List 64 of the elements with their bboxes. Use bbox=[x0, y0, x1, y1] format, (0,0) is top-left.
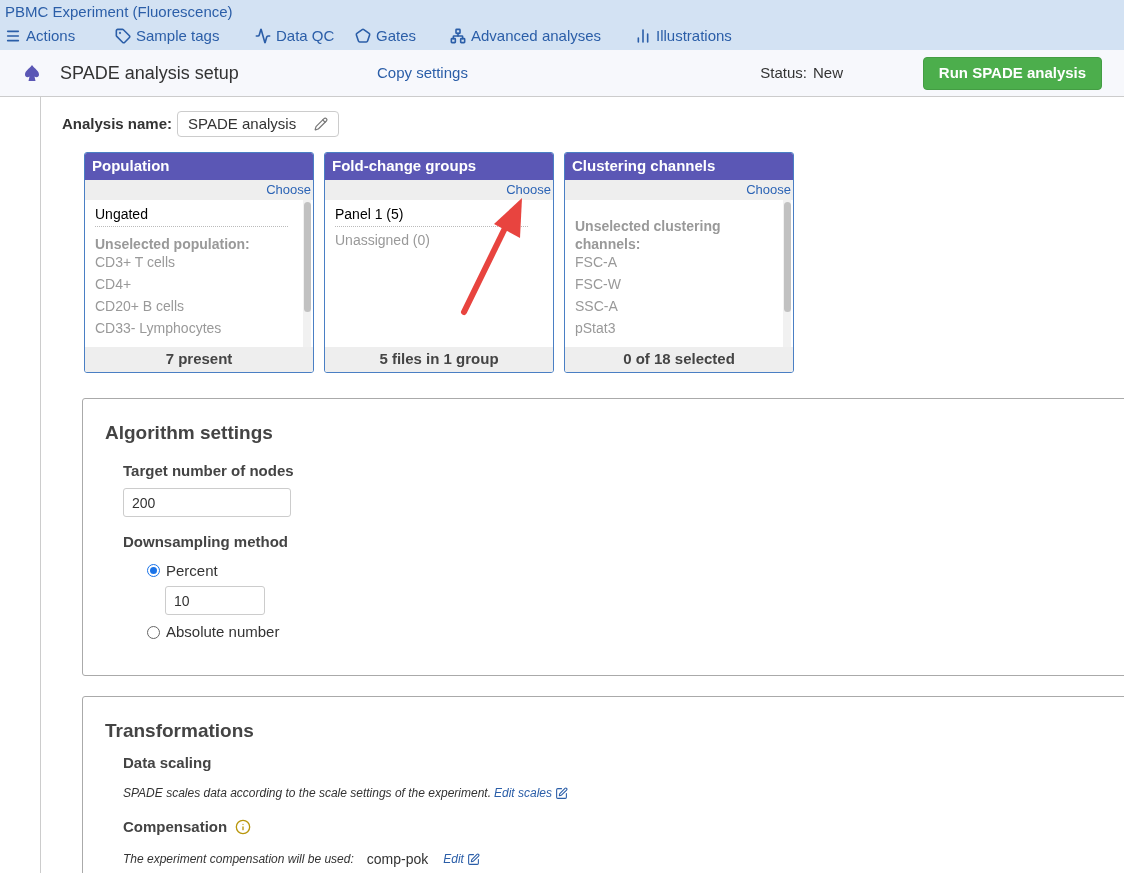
choose-link[interactable]: Choose bbox=[506, 180, 551, 200]
list-item[interactable]: SSC-A bbox=[575, 297, 618, 315]
card-title: Clustering channels bbox=[565, 153, 793, 180]
field-label: Compensation bbox=[123, 817, 228, 837]
card-footer: 7 present bbox=[85, 347, 313, 372]
card-footer: 0 of 18 selected bbox=[565, 347, 793, 372]
tag-icon bbox=[115, 28, 131, 44]
card-title: Fold-change groups bbox=[325, 153, 553, 180]
page-title: SPADE analysis setup bbox=[60, 61, 240, 85]
nav-item[interactable]: Gates bbox=[355, 24, 450, 48]
list-item[interactable]: Unassigned (0) bbox=[335, 231, 430, 249]
edit-scales-link[interactable]: Edit scales bbox=[494, 784, 552, 802]
list-item[interactable]: CD4+ bbox=[95, 275, 132, 293]
run-button[interactable]: Run SPADE analysis bbox=[923, 56, 1102, 90]
radio-label: Percent bbox=[166, 560, 218, 581]
list-item[interactable]: FSC-A bbox=[575, 253, 617, 271]
scrollbar[interactable] bbox=[783, 200, 791, 347]
analysis-name-field[interactable]: SPADE analysis bbox=[177, 111, 340, 137]
list-item[interactable]: CD3+ T cells bbox=[95, 253, 175, 271]
menu-icon bbox=[5, 28, 21, 44]
nav-item[interactable]: Illustrations bbox=[635, 24, 785, 48]
choose-link[interactable]: Choose bbox=[746, 180, 791, 200]
list-item[interactable]: Panel 1 (5) bbox=[335, 205, 404, 223]
scrollbar[interactable] bbox=[303, 200, 311, 347]
field-label: Target number of nodes bbox=[123, 460, 295, 481]
nav-item[interactable]: Actions bbox=[5, 24, 115, 48]
experiment-title[interactable]: PBMC Experiment (Fluorescence) bbox=[5, 0, 1119, 24]
list-heading: Unselected population: bbox=[95, 235, 251, 253]
nav-item[interactable]: Data QC bbox=[255, 24, 355, 48]
section-title: Algorithm settings bbox=[105, 421, 274, 445]
edit-compensation-link[interactable]: Edit bbox=[443, 850, 464, 868]
field-label: Data scaling bbox=[123, 752, 213, 773]
section-title: Transformations bbox=[105, 719, 255, 743]
pencil-icon bbox=[314, 117, 329, 131]
field-label: Downsampling method bbox=[123, 532, 289, 552]
scaling-description: SPADE scales data according to the scale settings of the experiment. bbox=[123, 785, 491, 802]
copy-settings-link[interactable]: Copy settings bbox=[377, 61, 468, 85]
hierarchy-icon bbox=[450, 28, 466, 44]
card-title: Population bbox=[85, 153, 313, 180]
radio-label: Absolute number bbox=[166, 622, 280, 642]
card-footer: 5 files in 1 group bbox=[325, 347, 553, 372]
list-item[interactable]: CD20+ B cells bbox=[95, 297, 185, 315]
pulse-icon bbox=[255, 28, 271, 44]
status-value: New bbox=[813, 62, 844, 83]
info-icon bbox=[235, 819, 252, 836]
percent-input[interactable]: 10 bbox=[165, 586, 265, 615]
nodes-input[interactable]: 200 bbox=[123, 488, 291, 517]
compensation-description: The experiment compensation will be used: bbox=[123, 851, 354, 868]
pentagon-icon bbox=[355, 28, 371, 44]
compensation-value: comp-pok bbox=[366, 849, 429, 869]
nav-item[interactable]: Advanced analyses bbox=[450, 24, 635, 48]
choose-link[interactable]: Choose bbox=[266, 180, 311, 200]
edit-icon bbox=[555, 786, 568, 800]
list-item[interactable]: pStat3 bbox=[575, 319, 616, 337]
list-item[interactable]: CD33- Lymphocytes bbox=[95, 319, 222, 337]
list-item[interactable]: FSC-W bbox=[575, 275, 621, 293]
analysis-name-label: Analysis name: bbox=[62, 113, 173, 134]
list-item[interactable]: Ungated bbox=[95, 205, 148, 223]
list-heading: Unselected clustering channels: bbox=[575, 217, 722, 253]
bar-chart-icon bbox=[635, 28, 651, 44]
spade-icon bbox=[25, 65, 39, 81]
status-label: Status: bbox=[760, 62, 807, 83]
edit-icon bbox=[466, 852, 480, 866]
nav-item[interactable]: Sample tags bbox=[115, 24, 255, 48]
